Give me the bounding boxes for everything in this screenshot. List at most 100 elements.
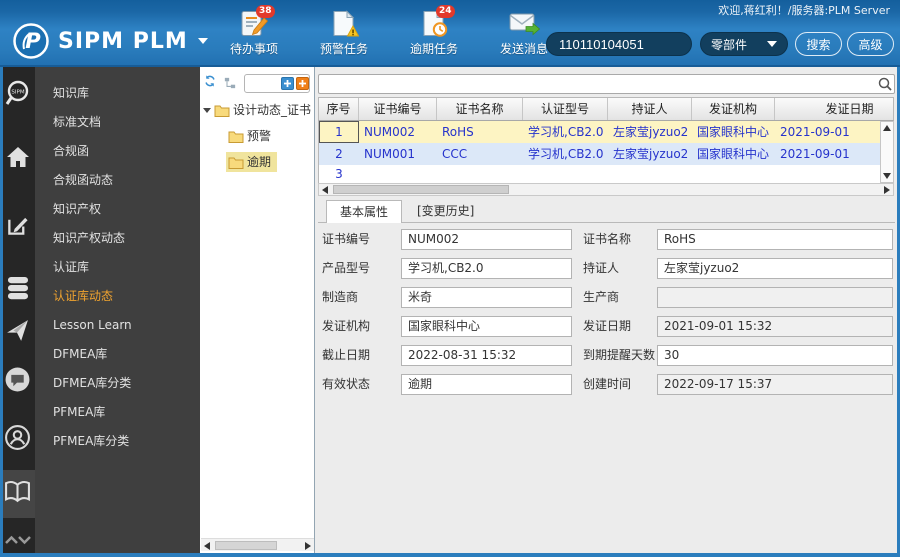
- welcome-text: 欢迎,蒋红利！/服务器:PLM Server: [718, 4, 890, 17]
- database-icon[interactable]: [0, 276, 35, 301]
- folder-icon: [228, 131, 244, 143]
- reminder-days-field[interactable]: 30: [657, 345, 893, 366]
- expander-icon[interactable]: [203, 107, 211, 113]
- tree-filter-prev-button[interactable]: [281, 77, 294, 90]
- tree-refresh-button[interactable]: [204, 75, 216, 87]
- global-search-input[interactable]: [546, 32, 692, 56]
- field-label: 截止日期: [322, 348, 371, 362]
- overdue-count-badge: 24: [436, 5, 455, 18]
- sidebar-item-pfmea-library[interactable]: PFMEA库: [35, 398, 200, 427]
- search-category-value: 零部件: [711, 37, 748, 52]
- field-label: 证书名称: [583, 232, 632, 246]
- sidebar-item-compliance-activity[interactable]: 合规函动态: [35, 166, 200, 195]
- field-label: 到期提醒天数: [583, 348, 656, 362]
- column-header-issuer[interactable]: 发证机构: [692, 98, 775, 120]
- sidebar-item-pfmea-category[interactable]: PFMEA库分类: [35, 427, 200, 456]
- tree-node-warning[interactable]: 预警: [228, 126, 271, 146]
- sipm-logo-icon: P: [13, 23, 49, 59]
- search-icon[interactable]: [878, 77, 892, 94]
- scroll-left-icon[interactable]: [322, 186, 328, 194]
- scroll-thumb[interactable]: [333, 185, 509, 194]
- cert-no-field[interactable]: NUM002: [401, 229, 572, 250]
- tree-node-overdue[interactable]: 逾期: [226, 152, 278, 172]
- app-logo-menu[interactable]: P SIPM PLM: [12, 22, 208, 60]
- field-label: 发证日期: [583, 319, 632, 333]
- tab-change-history[interactable]: [变更历史]: [404, 200, 487, 223]
- app-header: 欢迎,蒋红利！/服务器:PLM Server P SIPM PLM 38 待办事…: [0, 0, 900, 67]
- tab-basic-properties[interactable]: 基本属性: [326, 200, 403, 223]
- sidebar-item-dfmea-category[interactable]: DFMEA库分类: [35, 369, 200, 398]
- holder-field[interactable]: 左家莹jyzuo2: [657, 258, 893, 279]
- app-title: SIPM PLM: [58, 28, 188, 54]
- issuer-field[interactable]: 国家眼科中心: [401, 316, 572, 337]
- scroll-up-icon[interactable]: [883, 125, 891, 131]
- support-icon[interactable]: [0, 424, 35, 451]
- column-header-seq[interactable]: 序号: [319, 98, 359, 120]
- warning-tasks-button[interactable]: 预警任务: [308, 10, 380, 57]
- send-message-icon: [509, 13, 540, 36]
- scroll-right-icon[interactable]: [305, 542, 311, 550]
- tree-node-root[interactable]: 设计动态_证书: [203, 100, 311, 120]
- tree-hierarchy-button[interactable]: [224, 77, 236, 89]
- edit-icon[interactable]: [0, 214, 35, 237]
- tree-horizontal-scrollbar[interactable]: [201, 538, 314, 551]
- table-row[interactable]: 3: [319, 165, 880, 183]
- column-header-cert-name[interactable]: 证书名称: [437, 98, 523, 120]
- chevron-down-icon: [197, 38, 208, 44]
- folder-icon: [228, 157, 244, 169]
- todo-tasks-button[interactable]: 38 待办事项: [218, 5, 290, 57]
- tree-filter-next-button[interactable]: [296, 77, 309, 90]
- cert-name-field[interactable]: RoHS: [657, 229, 893, 250]
- field-label: 持证人: [583, 261, 620, 275]
- scroll-left-icon[interactable]: [204, 542, 210, 550]
- validity-status-field[interactable]: 逾期: [401, 374, 572, 395]
- overdue-tasks-button[interactable]: 24 逾期任务: [398, 5, 470, 57]
- issue-date-field[interactable]: 2021-09-01 15:32: [657, 316, 893, 337]
- column-header-holder[interactable]: 持证人: [608, 98, 692, 120]
- sidebar-item-cert-library-activity[interactable]: 认证库动态: [35, 282, 200, 311]
- open-book-icon[interactable]: [0, 480, 35, 503]
- paper-plane-icon[interactable]: [0, 318, 35, 343]
- scroll-thumb[interactable]: [215, 541, 277, 550]
- sidebar-item-compliance[interactable]: 合规函: [35, 137, 200, 166]
- sidebar-item-dfmea-library[interactable]: DFMEA库: [35, 340, 200, 369]
- column-header-issue-date[interactable]: 发证日期: [775, 98, 893, 120]
- scroll-chevrons-icon[interactable]: [0, 534, 35, 546]
- sidebar-item-standard-docs[interactable]: 标准文档: [35, 108, 200, 137]
- sipm-magnifier-icon[interactable]: SIPM: [0, 80, 35, 107]
- table-vertical-scrollbar[interactable]: [880, 121, 894, 183]
- sidebar-item-lesson-learn[interactable]: Lesson Learn: [35, 311, 200, 340]
- warning-document-icon: [333, 10, 359, 37]
- plm-window: 欢迎,蒋红利！/服务器:PLM Server P SIPM PLM 38 待办事…: [0, 0, 900, 557]
- plus-icon: [299, 80, 306, 87]
- advanced-search-button[interactable]: 高级: [847, 32, 894, 56]
- field-label: 产品型号: [322, 261, 371, 275]
- table-search-input[interactable]: [318, 74, 895, 94]
- create-time-field[interactable]: 2022-09-17 15:37: [657, 374, 893, 395]
- column-header-cert-model[interactable]: 认证型号: [523, 98, 608, 120]
- scroll-down-icon[interactable]: [883, 173, 891, 179]
- folder-icon: [214, 105, 230, 117]
- table-header: 序号 证书编号 证书名称 认证型号 持证人 发证机构 发证日期: [318, 97, 894, 121]
- sidebar-item-ip[interactable]: 知识产权: [35, 195, 200, 224]
- column-header-cert-no[interactable]: 证书编号: [359, 98, 437, 120]
- window-border: [0, 67, 3, 557]
- sidebar-item-cert-library[interactable]: 认证库: [35, 253, 200, 282]
- product-model-field[interactable]: 学习机,CB2.0: [401, 258, 572, 279]
- refresh-icon: [205, 75, 215, 87]
- table-horizontal-scrollbar[interactable]: [318, 183, 894, 196]
- table-row[interactable]: 1 NUM002 RoHS 学习机,CB2.0 左家莹jyzuo2 国家眼科中心…: [319, 121, 880, 143]
- field-label: 有效状态: [322, 377, 371, 391]
- scroll-right-icon[interactable]: [884, 186, 890, 194]
- table-row[interactable]: 2 NUM001 CCC 学习机,CB2.0 左家莹jyzuo2 国家眼科中心 …: [319, 143, 880, 165]
- sidebar-item-ip-activity[interactable]: 知识产权动态: [35, 224, 200, 253]
- manufacturer-field[interactable]: 米奇: [401, 287, 572, 308]
- producer-field[interactable]: [657, 287, 893, 308]
- sidebar-menu: 知识库 标准文档 合规函 合规函动态 知识产权 知识产权动态 认证库 认证库动态…: [35, 67, 200, 553]
- home-icon[interactable]: [0, 146, 35, 168]
- chat-icon[interactable]: [0, 366, 35, 393]
- search-category-dropdown[interactable]: 零部件: [700, 32, 788, 56]
- expiry-date-field[interactable]: 2022-08-31 15:32: [401, 345, 572, 366]
- search-button[interactable]: 搜索: [795, 32, 842, 56]
- sidebar-item-knowledge-base[interactable]: 知识库: [35, 79, 200, 108]
